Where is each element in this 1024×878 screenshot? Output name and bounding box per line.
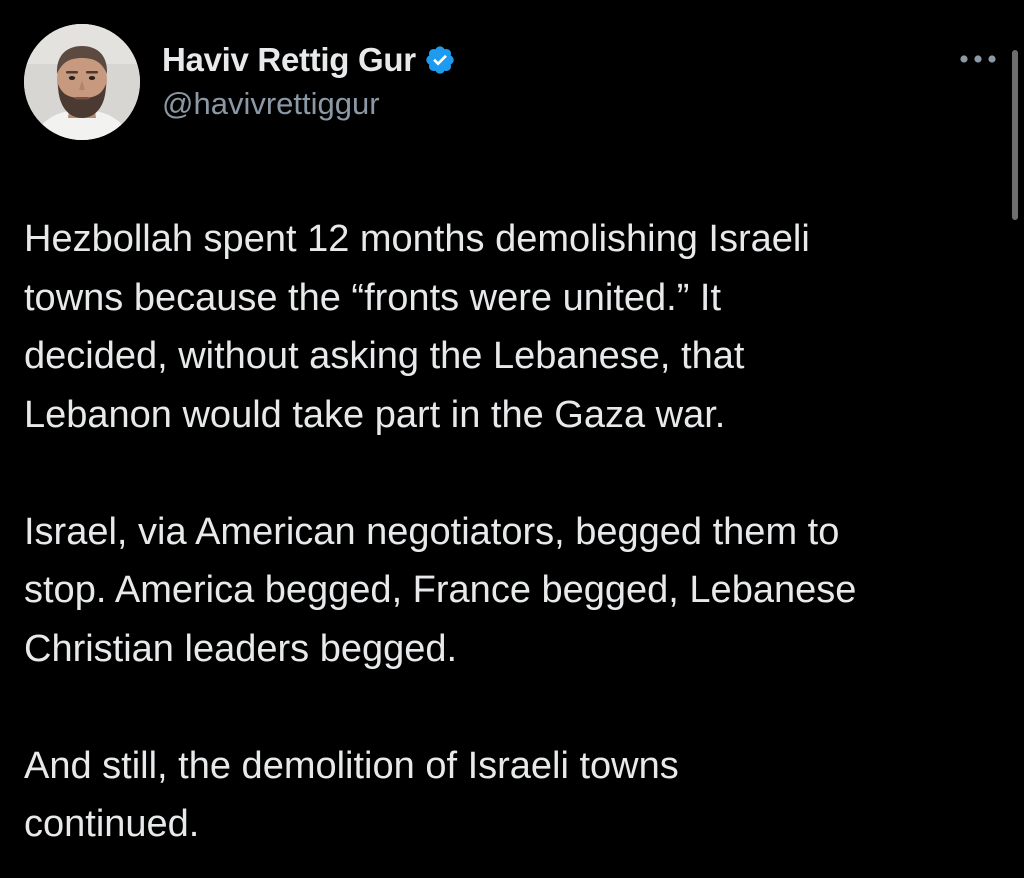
tweet-paragraph: Israel, via American negotiators, begged… bbox=[24, 510, 857, 670]
scrollbar-thumb[interactable] bbox=[1012, 50, 1018, 220]
tweet-text: Hezbollah spent 12 months demolishing Is… bbox=[24, 210, 994, 854]
tweet-paragraph: Hezbollah spent 12 months demolishing Is… bbox=[24, 218, 810, 436]
author-name-row: Haviv Rettig Gur bbox=[162, 40, 456, 80]
author-handle[interactable]: @havivrettiggur bbox=[162, 86, 380, 122]
verified-badge-icon[interactable] bbox=[424, 44, 456, 76]
more-horizontal-icon bbox=[960, 55, 996, 63]
tweet-paragraph: And still, the demolition of Israeli tow… bbox=[24, 744, 679, 846]
more-options-button[interactable] bbox=[952, 44, 1004, 74]
tweet-detail: Haviv Rettig Gur @havivrettiggur Hezboll… bbox=[0, 0, 1024, 878]
avatar[interactable] bbox=[24, 24, 140, 140]
avatar-photo bbox=[24, 24, 140, 140]
author-display-name[interactable]: Haviv Rettig Gur bbox=[162, 41, 416, 79]
